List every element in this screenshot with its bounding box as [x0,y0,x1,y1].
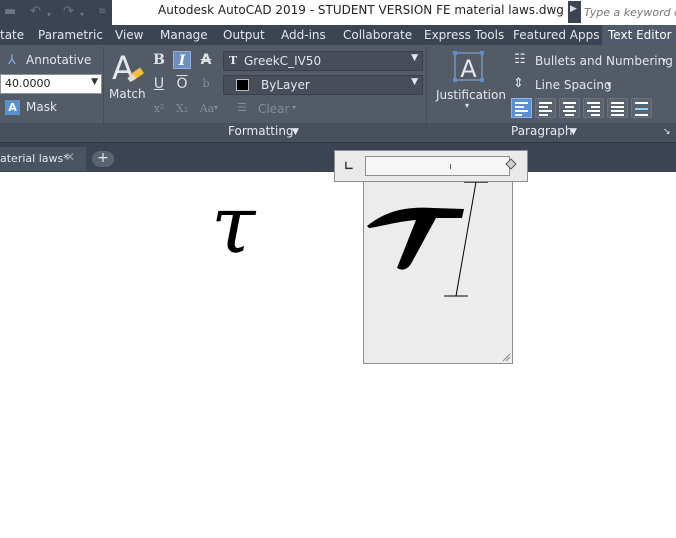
overline-button[interactable]: O [173,75,191,93]
chevron-down-icon: ▼ [411,53,418,63]
tab-parametric[interactable]: Parametric [34,25,107,45]
ribbon-tab-bar: tate Parametric View Manage Output Add-i… [0,25,676,45]
style-panel-footer [0,123,103,142]
file-tab[interactable]: aterial laws* ✕ [0,147,86,171]
close-icon[interactable]: ✕ [65,150,75,164]
tab-add-ins[interactable]: Add-ins [277,25,330,45]
justification-icon[interactable]: A [452,50,485,84]
chevron-down-icon: ▼ [91,77,98,87]
distribute-button[interactable] [631,98,652,118]
font-name: GreekC_IV50 [244,54,322,68]
tab-collaborate[interactable]: Collaborate [339,25,416,45]
annotative-icon: ⅄ [8,53,16,68]
customize-toolbar-icon[interactable]: ≡ [98,4,106,20]
search-box: ▶ [568,1,676,23]
mtext-editor-box[interactable] [363,181,513,364]
align-right-button[interactable] [583,98,604,118]
text-height-combo[interactable]: 40.0000 ▼ [0,74,102,94]
formatting-panel-label[interactable]: Formatting [228,124,294,138]
chevron-down-icon: ▾ [607,80,612,89]
tau-symbol-text[interactable]: τ [211,185,255,265]
ruler-track[interactable] [365,156,510,176]
autocad-window: ▬ ↶ ▾ ↷ ▾ ≡ Autodesk AutoCAD 2019 - STUD… [0,0,676,538]
tab-manage[interactable]: Manage [156,25,212,45]
color-name: ByLayer [261,78,310,92]
chevron-down-icon: ▾ [465,101,470,110]
chevron-down-icon: ▼ [570,127,577,137]
chevron-down-icon: ▾ [292,103,297,112]
chevron-down-icon: ▾ [214,103,219,112]
stack-button[interactable]: b [197,75,215,93]
line-spacing-icon: ⇕ [513,76,524,91]
redo-icon[interactable]: ↷ [63,4,74,20]
font-combo[interactable]: T GreekC_IV50 ▼ [223,51,423,71]
justify-button[interactable] [607,98,628,118]
tab-text-editor[interactable]: Text Editor [602,25,676,45]
justification-label[interactable]: Justification [436,88,506,102]
window-title: Autodesk AutoCAD 2019 - STUDENT VERSION … [158,3,564,17]
new-tab-button[interactable]: + [92,151,114,167]
ribbon-panel: ⅄ Annotative 40.0000 ▼ A Mask A Match B … [0,45,676,142]
search-expand-icon[interactable]: ▶ [570,4,577,14]
subscript-button[interactable]: X₂ [173,100,191,118]
search-input[interactable] [581,1,676,23]
paragraph-panel-label[interactable]: Paragraph [511,124,572,138]
color-combo[interactable]: ByLayer ▼ [223,75,423,95]
quick-access-toolbar: ▬ ↶ ▾ ↷ ▾ ≡ [0,0,112,25]
line-spacing-button[interactable]: Line Spacing [535,78,612,92]
superscript-button[interactable]: x² [150,100,168,118]
panel-launcher-icon[interactable]: ↘ [663,127,671,137]
ruler-tick [450,164,451,169]
drawing-canvas[interactable] [0,172,676,538]
clear-formatting-icon: ☰ [237,101,247,114]
tab-view[interactable]: View [111,25,147,45]
color-swatch [236,79,249,91]
file-tab-label: aterial laws* [0,152,69,165]
chevron-down-icon: ▾ [662,56,667,65]
truetype-font-icon: T [229,54,238,67]
tab-featured-apps[interactable]: Featured Apps [509,25,603,45]
undo-dropdown-icon[interactable]: ▾ [47,7,51,23]
tab-annotate[interactable]: tate [0,25,28,45]
bullets-icon: ☷ [514,52,526,67]
align-center-button[interactable] [559,98,580,118]
align-left-button[interactable] [535,98,556,118]
mask-icon: A [5,100,20,115]
annotative-button[interactable]: Annotative [26,53,91,67]
redo-dropdown-icon[interactable]: ▾ [80,7,84,23]
tau-glyph [367,182,488,297]
align-default-button[interactable] [511,98,532,118]
match-label: Match [109,87,146,101]
resize-grip-icon[interactable] [501,352,511,362]
tab-express-tools[interactable]: Express Tools [420,25,508,45]
underline-button[interactable]: U [150,75,168,93]
strikethrough-button[interactable]: A [197,51,215,69]
bullets-and-numbering-button[interactable]: Bullets and Numbering [535,54,673,68]
chevron-down-icon: ▼ [411,77,418,87]
tab-stop-icon[interactable]: ∟ [344,159,354,173]
bold-button[interactable]: B [150,51,168,69]
svg-text:A: A [460,55,477,83]
text-editor-ruler[interactable]: ∟ [334,150,528,182]
clear-button[interactable]: Clear [258,102,289,116]
chevron-down-icon: ▼ [292,127,299,137]
tab-output[interactable]: Output [219,25,269,45]
text-height-value: 40.0000 [5,77,51,90]
undo-icon[interactable]: ↶ [30,4,41,20]
match-text-icon[interactable]: A [110,51,146,87]
italic-button[interactable]: I [173,51,191,69]
title-bar: ▬ ↶ ▾ ↷ ▾ ≡ Autodesk AutoCAD 2019 - STUD… [0,0,676,25]
save-icon[interactable]: ▬ [4,4,16,20]
mask-button[interactable]: Mask [26,100,57,114]
